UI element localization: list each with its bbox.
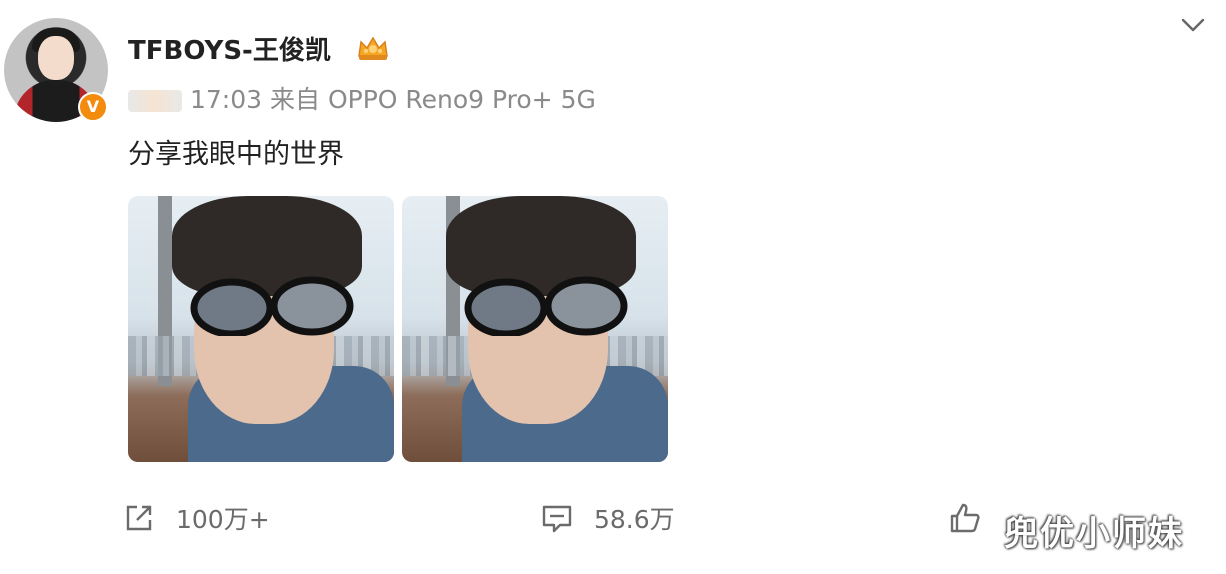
comment-icon <box>542 505 572 533</box>
like-button[interactable] <box>948 498 1002 538</box>
weibo-post: V TFBOYS-王俊凯 17:03 来自 OPPO Reno9 Pro+ 5G… <box>0 0 1226 574</box>
sunglasses <box>190 276 354 336</box>
sunglasses <box>464 276 628 336</box>
comment-button[interactable]: 58.6万 <box>540 498 675 538</box>
chevron-down-icon[interactable] <box>1180 14 1206 36</box>
post-time: 17:03 <box>190 85 263 114</box>
blurred-date <box>128 90 182 112</box>
share-icon <box>126 505 152 531</box>
comment-count: 58.6万 <box>594 505 675 534</box>
thumbs-up-icon <box>950 503 980 533</box>
username[interactable]: TFBOYS-王俊凯 <box>128 30 331 67</box>
verified-badge: V <box>78 92 108 122</box>
share-button[interactable]: 100万+ <box>122 498 270 538</box>
post-text: 分享我眼中的世界 <box>128 139 344 170</box>
avatar-face <box>38 36 74 80</box>
post-image-1[interactable] <box>128 196 394 462</box>
post-image-2[interactable] <box>402 196 668 462</box>
post-meta: 17:03 来自 OPPO Reno9 Pro+ 5G <box>128 80 596 116</box>
post-source[interactable]: 来自 OPPO Reno9 Pro+ 5G <box>270 85 596 114</box>
crown-icon <box>358 36 388 60</box>
watermark: 兜优小师妹 <box>1004 514 1184 554</box>
share-count: 100万+ <box>176 505 270 534</box>
